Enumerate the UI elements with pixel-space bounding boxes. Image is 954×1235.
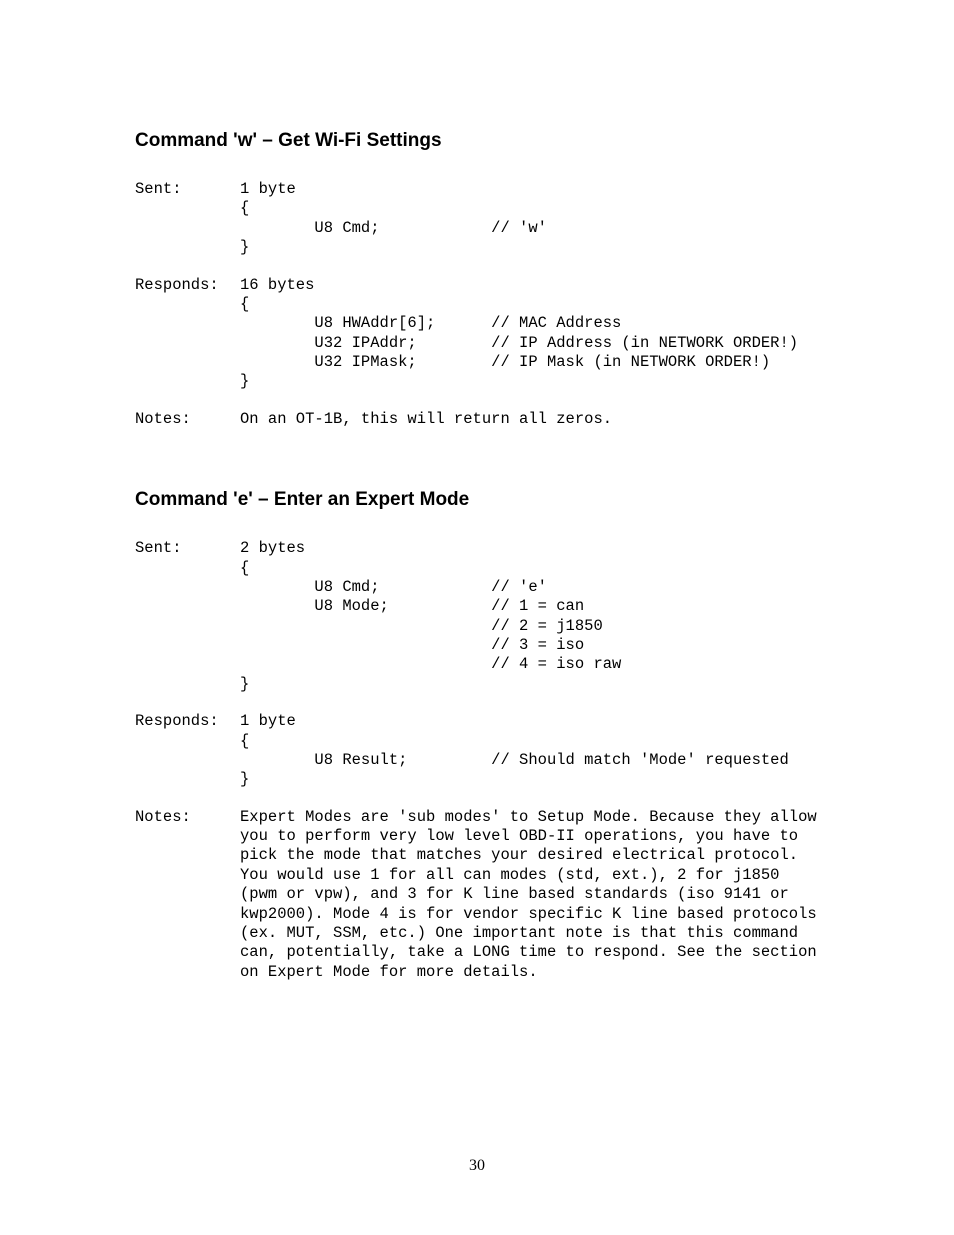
heading-command-w: Command 'w' – Get Wi-Fi Settings [135,130,819,152]
entry-sent-e: Sent: 2 bytes { U8 Cmd; // 'e' U8 Mode; … [135,539,819,694]
label-sent: Sent: [135,180,240,198]
body-responds-e: 1 byte { U8 Result; // Should match 'Mod… [240,712,789,790]
entry-sent-w: Sent: 1 byte { U8 Cmd; // 'w' } [135,180,819,258]
label-sent: Sent: [135,539,240,557]
label-responds: Responds: [135,276,240,294]
entry-notes-e: Notes: Expert Modes are 'sub modes' to S… [135,808,819,982]
body-sent-w: 1 byte { U8 Cmd; // 'w' } [240,180,547,258]
label-notes: Notes: [135,808,240,826]
body-notes-w: On an OT-1B, this will return all zeros. [240,410,612,429]
entry-responds-w: Responds: 16 bytes { U8 HWAddr[6]; // MA… [135,276,819,392]
page-container: Command 'w' – Get Wi-Fi Settings Sent: 1… [0,0,954,1235]
label-responds: Responds: [135,712,240,730]
entry-responds-e: Responds: 1 byte { U8 Result; // Should … [135,712,819,790]
label-notes: Notes: [135,410,240,428]
body-sent-e: 2 bytes { U8 Cmd; // 'e' U8 Mode; // 1 =… [240,539,621,694]
body-notes-e: Expert Modes are 'sub modes' to Setup Mo… [240,808,819,982]
heading-command-e: Command 'e' – Enter an Expert Mode [135,489,819,511]
page-number: 30 [0,1157,954,1175]
entry-notes-w: Notes: On an OT-1B, this will return all… [135,410,819,429]
body-responds-w: 16 bytes { U8 HWAddr[6]; // MAC Address … [240,276,798,392]
